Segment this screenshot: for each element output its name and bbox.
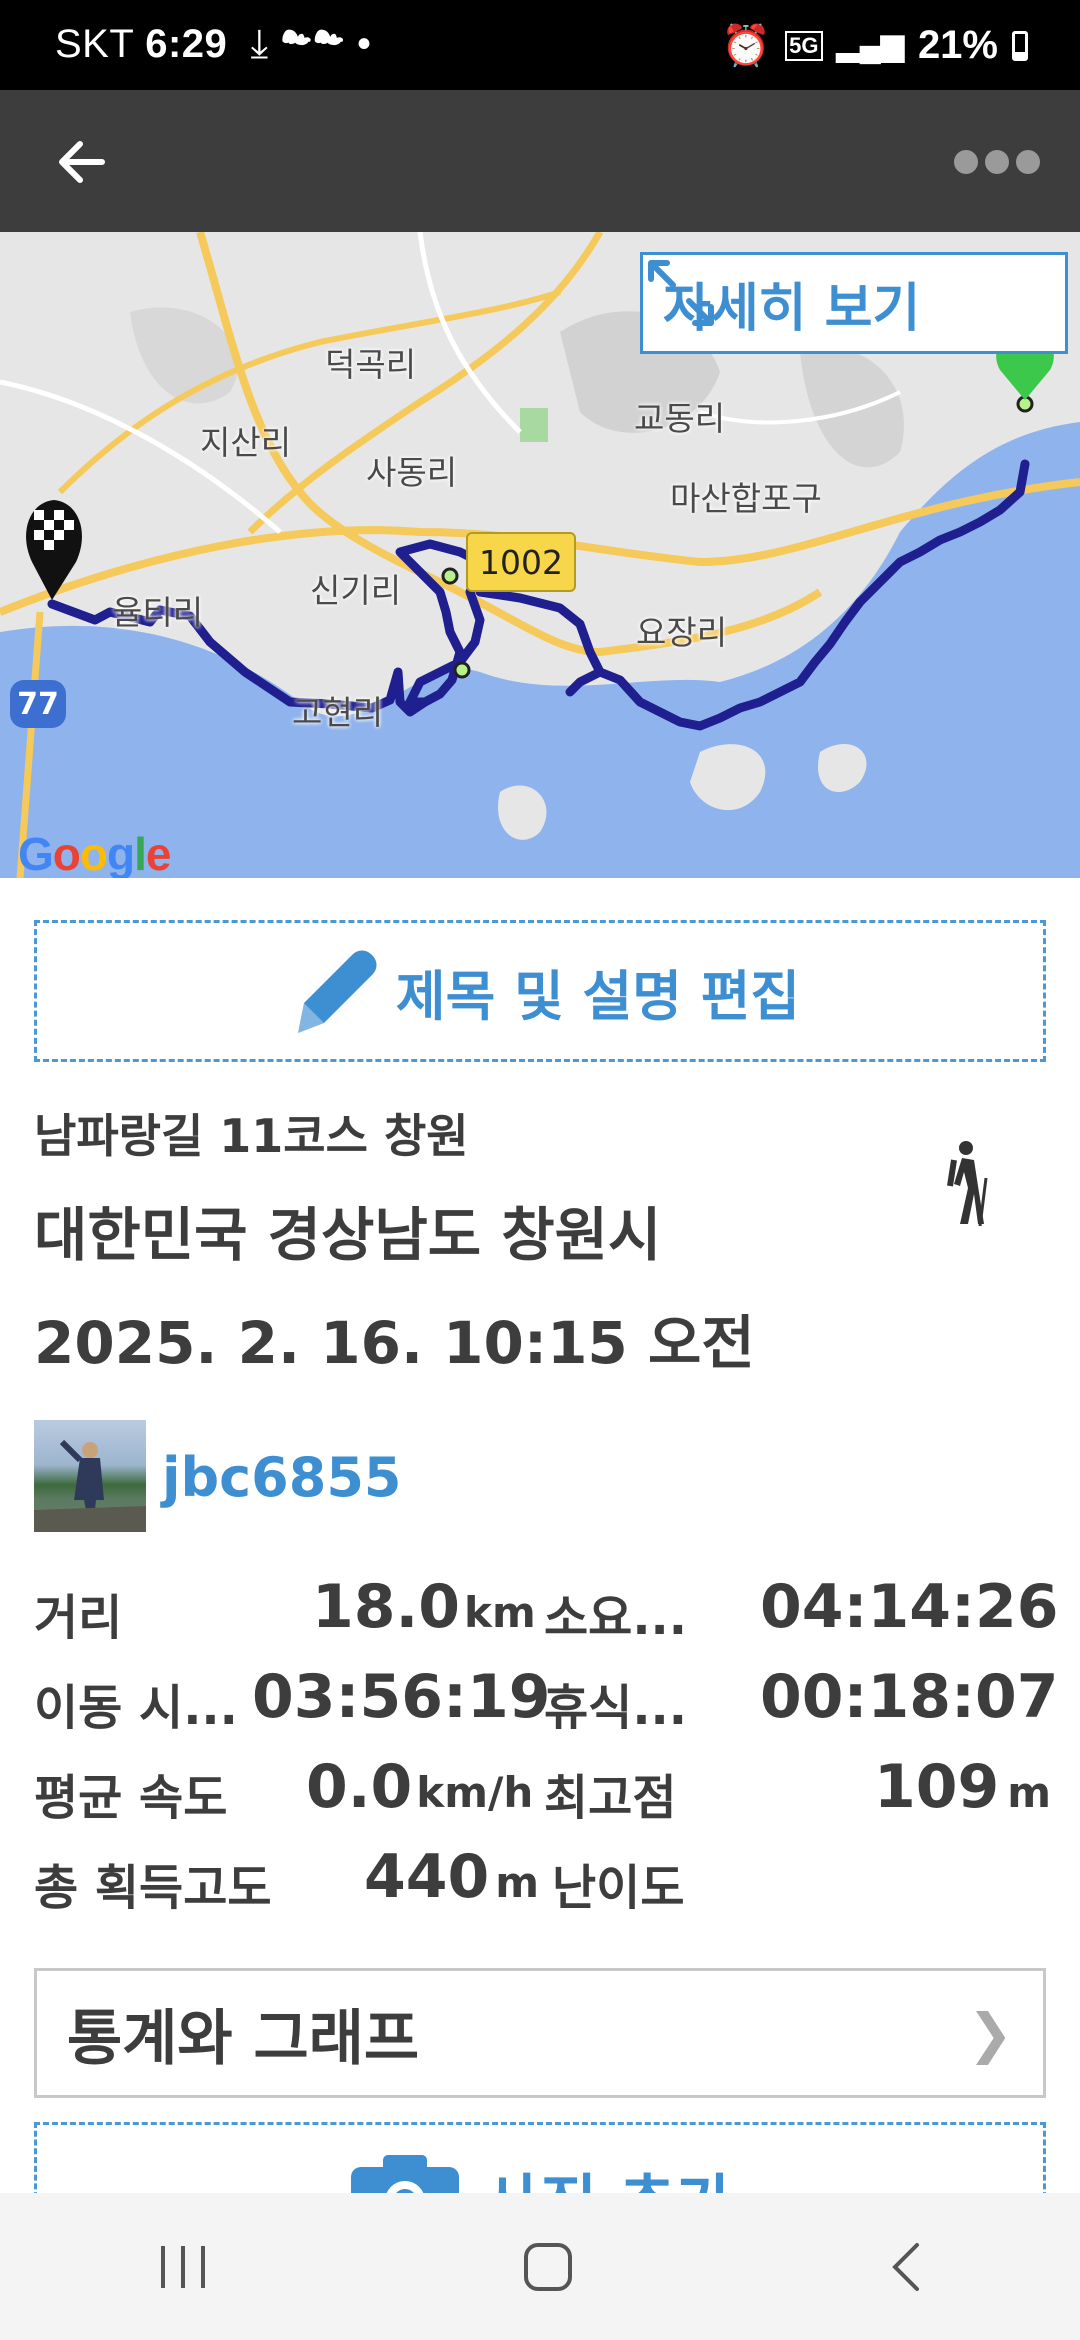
road-badge: 1002 [466,532,576,592]
duration-value: 04:14:26 [760,1572,1059,1642]
map-label-masan: 마산합포구 [670,479,822,518]
edit-button-label: 제목 및 설명 편집 [395,964,801,1028]
clock: 6:29 [145,22,228,66]
trail-title: 남파랑길 11코스 창원 [34,1109,469,1163]
map-label-jisan: 지산리 [200,423,292,462]
stats-row: 거리 18.0km 소요... 04:14:26 [34,1572,1058,1668]
hiking-icon [947,1141,988,1227]
back-nav-icon[interactable] [885,2239,925,2295]
edit-title-description-button[interactable]: 제목 및 설명 편집 [34,920,1046,1062]
map-label-sadong: 사동리 [366,453,458,492]
status-right: ⏰ 5G ▂▄▆ 21% [721,22,1028,69]
map-label-yojang: 요장리 [636,613,728,652]
stats-row: 평균 속도 0.0km/h 최고점 109 m [34,1752,1054,1848]
stats-row: 이동 시... 03:56:19 휴식... 00:18:07 [34,1662,1058,1758]
moving-time-value: 03:56:19 [252,1662,551,1732]
duration-label: 소요... [544,1590,688,1646]
app-bar [0,90,1080,232]
stats-graph-label: 통계와 그래프 [67,2003,420,2074]
carrier-label: SKT [55,22,134,66]
dot-icon: • [356,22,372,66]
more-options-icon[interactable] [952,144,1042,180]
username-link[interactable]: jbc6855 [162,1446,401,1509]
route-map[interactable]: 덕곡리 지산리 사동리 교동리 마산합포구 신기리 율티리 요장리 고현리 10… [0,232,1080,878]
map-label-yultiri: 율티리 [112,593,204,632]
recent-apps-icon[interactable] [155,2242,211,2292]
difficulty-label: 난이도 [552,1860,685,1916]
system-nav-bar [0,2193,1080,2340]
status-left: SKT 6:29 ⤓ ☁☁ • [55,22,371,67]
user-avatar[interactable] [34,1420,146,1532]
alarm-icon: ⏰ [721,24,772,68]
elevation-gain-value: 440 m [364,1842,540,1912]
signal-icon: ▂▄▆ [836,29,904,62]
sync-icon: ☁☁ [280,22,346,66]
stats-row: 총 획득고도 440 m 난이도 [34,1842,1054,1938]
rest-time-value: 00:18:07 [760,1662,1059,1732]
peak-value: 109 m [874,1752,1052,1822]
map-label-singi: 신기리 [310,571,402,610]
map-label-gyodong: 교동리 [634,399,726,438]
home-icon[interactable] [520,2239,576,2295]
avatar-photo [34,1439,146,1532]
stats-graph-button[interactable]: 통계와 그래프 ❯ [34,1968,1046,2098]
back-arrow-icon[interactable] [52,132,112,192]
avg-speed-label: 평균 속도 [34,1770,228,1826]
datetime-text: 2025. 2. 16. 10:15 오전 [34,1309,755,1377]
moving-time-label: 이동 시... [34,1680,238,1736]
elevation-gain-label: 총 획득고도 [34,1860,272,1916]
network-label: 5G [785,30,823,61]
expand-icon [648,260,714,326]
map-label-gohyeon: 고현리 [292,693,384,732]
status-bar: SKT 6:29 ⤓ ☁☁ • ⏰ 5G ▂▄▆ 21% [0,0,1080,90]
distance-value: 18.0km [312,1572,536,1642]
activity-details: 제목 및 설명 편집 남파랑길 11코스 창원 대한민국 경상남도 창원시 20… [0,878,1080,2242]
location-text: 대한민국 경상남도 창원시 [34,1201,662,1269]
pencil-icon [297,950,377,1033]
chevron-right-icon: ❯ [967,2001,1013,2065]
download-icon: ⤓ [238,22,269,66]
map-label-deokgok: 덕곡리 [325,345,417,384]
highway-badge: 77 [10,680,66,728]
stats-grid: 거리 18.0km 소요... 04:14:26 이동 시... 03:56:1… [34,1572,1058,1938]
distance-label: 거리 [34,1590,123,1646]
peak-label: 최고점 [544,1770,677,1826]
detail-view-button[interactable]: 자세히 보기 [640,252,1068,354]
avg-speed-value: 0.0km/h [306,1752,534,1822]
battery-label: 21% [917,23,998,67]
rest-time-label: 휴식... [544,1680,688,1736]
battery-icon [1012,30,1028,61]
google-logo: Google [18,828,171,878]
